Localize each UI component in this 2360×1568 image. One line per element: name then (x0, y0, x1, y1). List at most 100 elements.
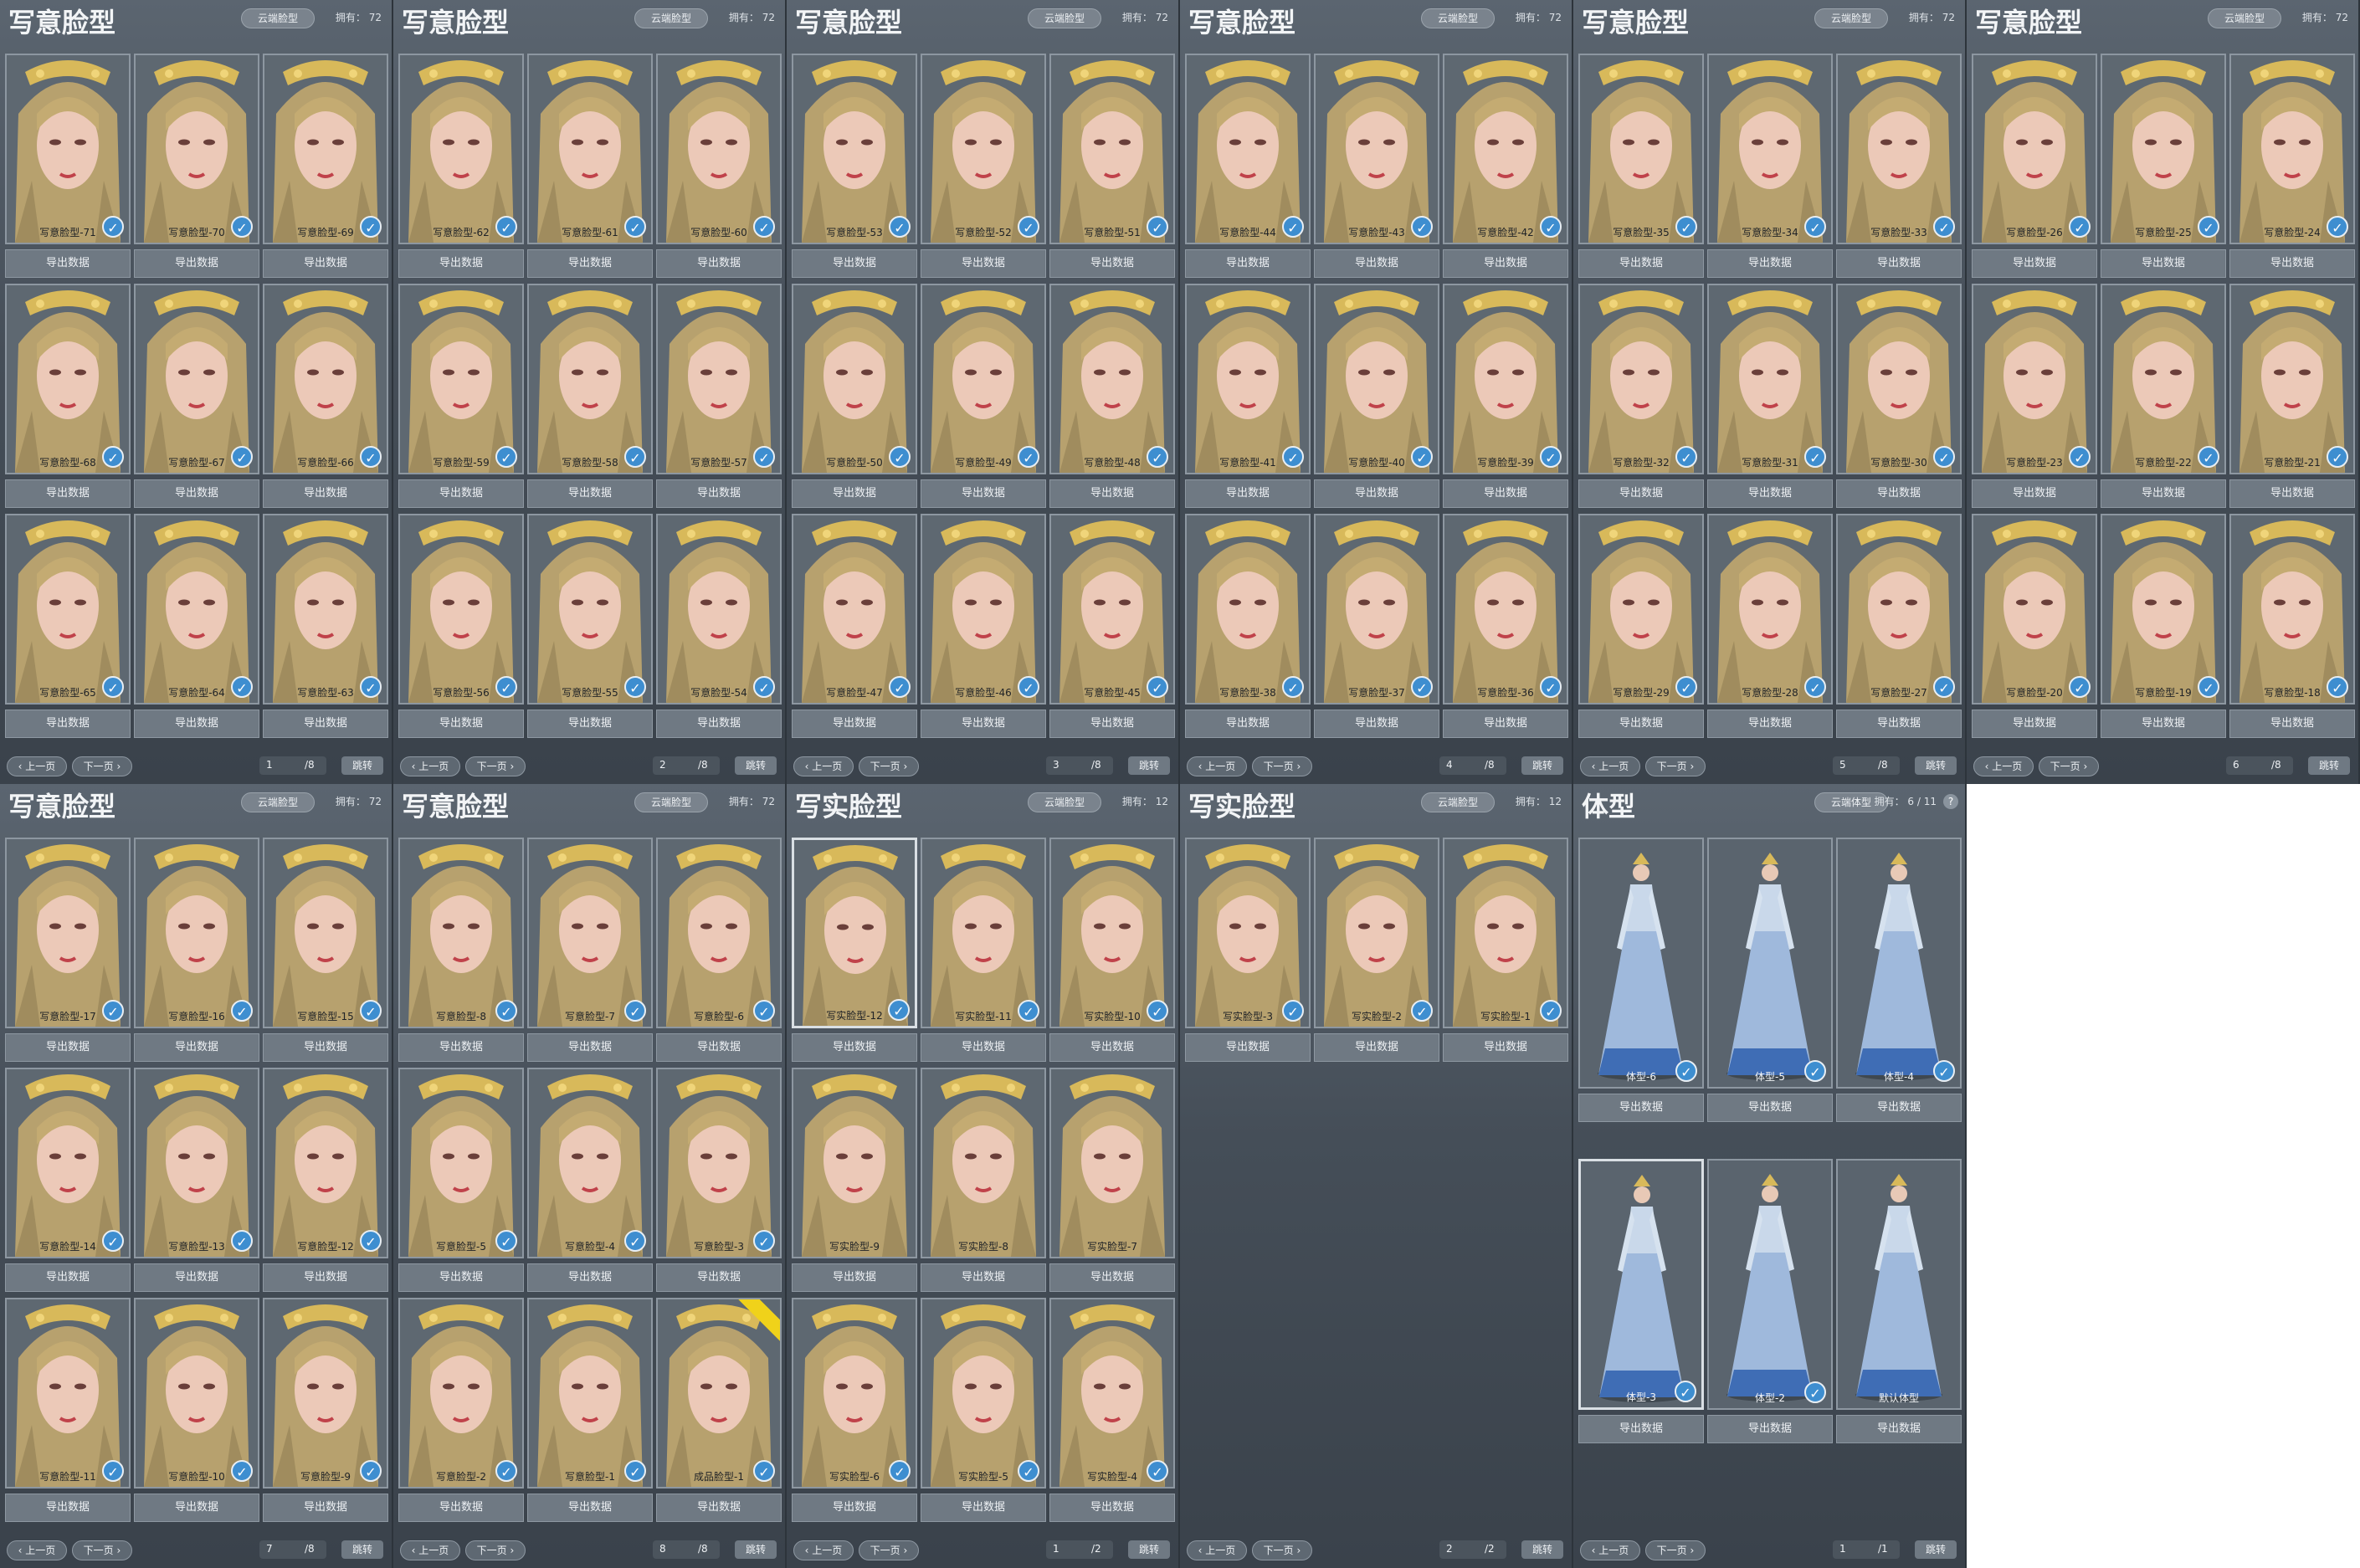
export-data-button[interactable]: 导出数据 (1049, 1263, 1175, 1292)
export-data-button[interactable]: 导出数据 (1049, 249, 1175, 278)
export-data-button[interactable]: 导出数据 (2101, 249, 2226, 278)
preset-card[interactable]: 写意脸型-55 ✓ (527, 514, 653, 705)
preset-card[interactable]: 写意脸型-36 ✓ (1443, 514, 1568, 705)
export-data-button[interactable]: 导出数据 (1707, 710, 1833, 738)
preset-card[interactable]: 写实脸型-1 ✓ (1443, 838, 1568, 1028)
prev-page-button[interactable]: ‹ 上一页 (1187, 756, 1247, 776)
prev-page-button[interactable]: ‹ 上一页 (1187, 1540, 1247, 1560)
preset-card[interactable]: 写意脸型-63 ✓ (263, 514, 388, 705)
next-page-button[interactable]: 下一页 › (859, 1540, 919, 1560)
next-page-button[interactable]: 下一页 › (1252, 1540, 1312, 1560)
export-data-button[interactable]: 导出数据 (134, 1263, 259, 1292)
preset-card[interactable]: 写意脸型-40 ✓ (1314, 284, 1439, 474)
export-data-button[interactable]: 导出数据 (2229, 710, 2355, 738)
export-data-button[interactable]: 导出数据 (656, 249, 782, 278)
page-number-input[interactable]: 3/8 (1046, 756, 1113, 775)
preset-card[interactable]: 写意脸型-65 ✓ (5, 514, 131, 705)
preset-card[interactable]: 写意脸型-52 ✓ (921, 54, 1046, 244)
preset-card[interactable]: 写意脸型-10 ✓ (134, 1298, 259, 1489)
export-data-button[interactable]: 导出数据 (1185, 710, 1311, 738)
export-data-button[interactable]: 导出数据 (398, 710, 524, 738)
export-data-button[interactable]: 导出数据 (398, 1033, 524, 1062)
prev-page-button[interactable]: ‹ 上一页 (400, 1540, 460, 1560)
export-data-button[interactable]: 导出数据 (656, 1033, 782, 1062)
preset-card[interactable]: 写意脸型-20 ✓ (1972, 514, 2097, 705)
export-data-button[interactable]: 导出数据 (134, 1033, 259, 1062)
preset-card[interactable]: 写实脸型-4 ✓ (1049, 1298, 1175, 1489)
preset-card[interactable]: 写意脸型-60 ✓ (656, 54, 782, 244)
export-data-button[interactable]: 导出数据 (527, 249, 653, 278)
export-data-button[interactable]: 导出数据 (792, 1033, 917, 1062)
export-data-button[interactable]: 导出数据 (398, 479, 524, 508)
export-data-button[interactable]: 导出数据 (1443, 710, 1568, 738)
preset-card[interactable]: 写意脸型-5 ✓ (398, 1068, 524, 1258)
preset-card[interactable]: 写意脸型-4 ✓ (527, 1068, 653, 1258)
preset-card[interactable]: 写意脸型-11 ✓ (5, 1298, 131, 1489)
preset-card[interactable]: 写意脸型-34 ✓ (1707, 54, 1833, 244)
preset-card[interactable]: 默认体型 (1836, 1159, 1962, 1410)
export-data-button[interactable]: 导出数据 (5, 1033, 131, 1062)
preset-card[interactable]: 写意脸型-71 ✓ (5, 54, 131, 244)
preset-card[interactable]: 体型-6 ✓ (1578, 838, 1704, 1089)
preset-card[interactable]: 写意脸型-48 ✓ (1049, 284, 1175, 474)
preset-card[interactable]: 写意脸型-21 ✓ (2229, 284, 2355, 474)
prev-page-button[interactable]: ‹ 上一页 (1580, 1540, 1640, 1560)
page-number-input[interactable]: 1/2 (1046, 1540, 1113, 1559)
preset-card[interactable]: 写意脸型-35 ✓ (1578, 54, 1704, 244)
preset-card[interactable]: 体型-2 ✓ (1707, 1159, 1833, 1410)
export-data-button[interactable]: 导出数据 (263, 1033, 388, 1062)
cloud-face-button[interactable]: 云端脸型 (1028, 8, 1101, 28)
export-data-button[interactable]: 导出数据 (134, 1494, 259, 1522)
preset-card[interactable]: 写意脸型-3 ✓ (656, 1068, 782, 1258)
preset-card[interactable]: 写实脸型-7 (1049, 1068, 1175, 1258)
preset-card[interactable]: 体型-5 ✓ (1707, 838, 1833, 1089)
preset-card[interactable]: 写意脸型-68 ✓ (5, 284, 131, 474)
export-data-button[interactable]: 导出数据 (656, 1494, 782, 1522)
preset-card[interactable]: 写意脸型-31 ✓ (1707, 284, 1833, 474)
jump-button[interactable]: 跳转 (735, 756, 777, 775)
preset-card[interactable]: 写意脸型-69 ✓ (263, 54, 388, 244)
export-data-button[interactable]: 导出数据 (921, 479, 1046, 508)
prev-page-button[interactable]: ‹ 上一页 (1580, 756, 1640, 776)
preset-card[interactable]: 写意脸型-57 ✓ (656, 284, 782, 474)
page-number-input[interactable]: 2/8 (653, 756, 720, 775)
export-data-button[interactable]: 导出数据 (1049, 1494, 1175, 1522)
preset-card[interactable]: 写意脸型-58 ✓ (527, 284, 653, 474)
next-page-button[interactable]: 下一页 › (72, 1540, 132, 1560)
next-page-button[interactable]: 下一页 › (465, 1540, 526, 1560)
jump-button[interactable]: 跳转 (341, 1540, 383, 1559)
preset-card[interactable]: 写实脸型-3 ✓ (1185, 838, 1311, 1028)
preset-card[interactable]: 写意脸型-24 ✓ (2229, 54, 2355, 244)
export-data-button[interactable]: 导出数据 (656, 710, 782, 738)
prev-page-button[interactable]: ‹ 上一页 (793, 756, 854, 776)
prev-page-button[interactable]: ‹ 上一页 (400, 756, 460, 776)
export-data-button[interactable]: 导出数据 (1836, 710, 1962, 738)
help-icon[interactable]: ? (1943, 794, 1958, 809)
preset-card[interactable]: 写意脸型-13 ✓ (134, 1068, 259, 1258)
preset-card[interactable]: 写意脸型-6 ✓ (656, 838, 782, 1028)
export-data-button[interactable]: 导出数据 (1049, 710, 1175, 738)
export-data-button[interactable]: 导出数据 (1314, 249, 1439, 278)
preset-card[interactable]: 写意脸型-30 ✓ (1836, 284, 1962, 474)
export-data-button[interactable]: 导出数据 (1578, 710, 1704, 738)
export-data-button[interactable]: 导出数据 (527, 710, 653, 738)
cloud-face-button[interactable]: 云端脸型 (241, 8, 315, 28)
export-data-button[interactable]: 导出数据 (398, 1263, 524, 1292)
export-data-button[interactable]: 导出数据 (1185, 1033, 1311, 1062)
next-page-button[interactable]: 下一页 › (465, 756, 526, 776)
prev-page-button[interactable]: ‹ 上一页 (7, 756, 67, 776)
page-number-input[interactable]: 8/8 (653, 1540, 720, 1559)
export-data-button[interactable]: 导出数据 (134, 479, 259, 508)
export-data-button[interactable]: 导出数据 (921, 1263, 1046, 1292)
export-data-button[interactable]: 导出数据 (398, 249, 524, 278)
export-data-button[interactable]: 导出数据 (792, 1494, 917, 1522)
preset-card[interactable]: 写实脸型-12 ✓ (792, 838, 917, 1028)
preset-card[interactable]: 写意脸型-17 ✓ (5, 838, 131, 1028)
preset-card[interactable]: 写意脸型-59 ✓ (398, 284, 524, 474)
preset-card[interactable]: 写实脸型-5 ✓ (921, 1298, 1046, 1489)
next-page-button[interactable]: 下一页 › (1645, 1540, 1706, 1560)
export-data-button[interactable]: 导出数据 (1314, 1033, 1439, 1062)
preset-card[interactable]: 写意脸型-61 ✓ (527, 54, 653, 244)
page-number-input[interactable]: 1/1 (1833, 1540, 1900, 1559)
preset-card[interactable]: 写意脸型-33 ✓ (1836, 54, 1962, 244)
